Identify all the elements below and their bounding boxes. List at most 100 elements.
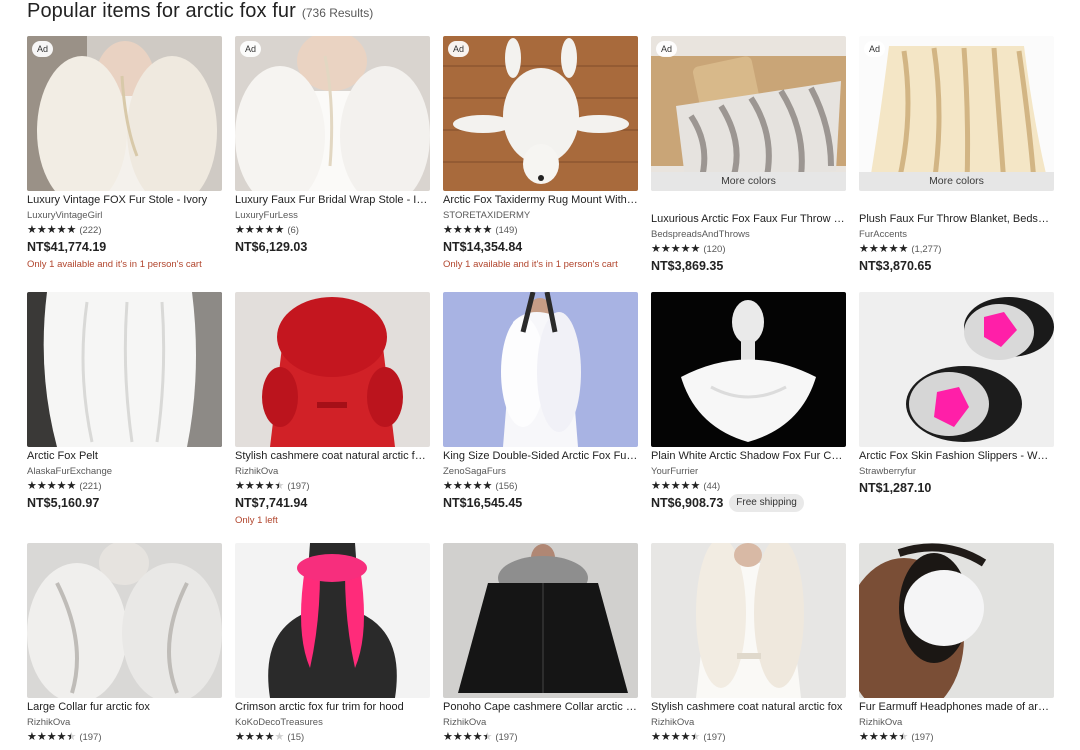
product-image[interactable] (859, 292, 1054, 447)
product-image[interactable] (651, 292, 846, 447)
availability-note: Only 1 available and it's in 1 person's … (443, 259, 618, 270)
star-rating-icon: ★★★★★★★★★★ (27, 731, 77, 743)
product-title[interactable]: Arctic Fox Pelt (27, 449, 222, 463)
shop-name[interactable]: RizhikOva (859, 716, 1054, 729)
shop-name[interactable]: LuxuryFurLess (235, 209, 430, 222)
product-title[interactable]: Crimson arctic fox fur trim for hood (235, 700, 430, 714)
product-image[interactable] (235, 292, 430, 447)
ad-badge: Ad (32, 41, 54, 57)
product-card[interactable]: Ad Luxury Vintage FOX Fur Stole - Ivory Lu… (27, 36, 222, 270)
price-row: NT$41,774.19 (27, 239, 222, 255)
shop-name[interactable]: LuxuryVintageGirl (27, 209, 222, 222)
product-image[interactable] (235, 543, 430, 698)
review-count: (197) (703, 732, 726, 743)
product-title[interactable]: Arctic Fox Skin Fashion Slippers - Women (859, 449, 1054, 463)
star-rating-icon: ★★★★★★★★★★ (235, 224, 285, 236)
fur-collar-photo (27, 543, 222, 698)
product-card[interactable]: Crimson arctic fox fur trim for hood KoKo… (235, 543, 430, 743)
fox-pelt-photo (27, 292, 222, 447)
shop-name[interactable]: RizhikOva (443, 716, 638, 729)
product-card[interactable]: Ad More colors Luxurious Arctic Fox Faux F… (651, 36, 846, 273)
product-card[interactable]: Ad More colors Plush Faux Fur Throw Blanke… (859, 36, 1054, 273)
star-rating-icon: ★★★★★★★★★★ (443, 224, 493, 236)
throw-blanket-photo (859, 36, 1054, 191)
price: NT$5,160.97 (27, 496, 100, 510)
product-card[interactable]: Large Collar fur arctic fox RizhikOva ★★★★… (27, 543, 222, 743)
product-image[interactable]: Ad (443, 36, 638, 191)
price: NT$1,287.10 (859, 481, 932, 495)
product-card[interactable]: Stylish cashmere coat natural arctic fox… (651, 543, 846, 743)
product-title[interactable]: Fur Earmuff Headphones made of arctic fo… (859, 700, 1054, 714)
star-rating-icon: ★★★★★★★★★★ (27, 480, 77, 492)
star-rating-icon: ★★★★★★★★★★ (651, 480, 701, 492)
price-row: NT$6,908.73 Free shipping (651, 494, 846, 512)
price-row: NT$6,129.03 (235, 239, 430, 255)
product-image[interactable]: Ad (27, 36, 222, 191)
product-card[interactable]: Ponoho Cape cashmere Collar arctic fox Ri… (443, 543, 638, 743)
price: NT$3,869.35 (651, 259, 724, 273)
shop-name[interactable]: RizhikOva (651, 716, 846, 729)
rating-row: ★★★★★★★★★★(197) (859, 731, 1054, 744)
price: NT$6,908.73 (651, 496, 724, 510)
review-count: (120) (703, 244, 726, 255)
product-card[interactable]: Ad Arctic Fox Taxidermy Rug Mount With He… (443, 36, 638, 270)
star-rating-icon: ★★★★★★★★★★ (651, 243, 701, 255)
product-image[interactable] (859, 543, 1054, 698)
more-colors-label[interactable]: More colors (651, 172, 846, 191)
review-count: (15) (287, 732, 305, 743)
product-image[interactable] (27, 292, 222, 447)
product-image[interactable] (443, 543, 638, 698)
shop-name[interactable]: YourFurrier (651, 465, 846, 478)
review-count: (197) (495, 732, 518, 743)
product-title[interactable]: Plush Faux Fur Throw Blanket, Bedspread (859, 212, 1054, 226)
product-card[interactable]: Stylish cashmere coat natural arctic fox… (235, 292, 430, 526)
shop-name[interactable]: BedspreadsAndThrows (651, 228, 846, 241)
product-card[interactable]: Fur Earmuff Headphones made of arctic fo… (859, 543, 1054, 743)
product-title[interactable]: Luxury Vintage FOX Fur Stole - Ivory (27, 193, 222, 207)
shop-name[interactable]: RizhikOva (27, 716, 222, 729)
product-title[interactable]: Arctic Fox Taxidermy Rug Mount With Head (443, 193, 638, 207)
shop-name[interactable]: FurAccents (859, 228, 1054, 241)
product-title[interactable]: Luxurious Arctic Fox Faux Fur Throw Blan… (651, 212, 846, 226)
star-rating-icon: ★★★★★★★★★★ (235, 731, 285, 743)
product-card[interactable]: Arctic Fox Skin Fashion Slippers - Women… (859, 292, 1054, 495)
review-count: (221) (79, 481, 102, 492)
product-title[interactable]: Plain White Arctic Shadow Fox Fur Cape (651, 449, 846, 463)
rating-row: ★★★★★★★★★★(197) (651, 731, 846, 744)
rating-row: ★★★★★ ★★★★★ (222) (27, 224, 222, 237)
price-row: NT$3,870.65 (859, 258, 1054, 274)
product-title[interactable]: Stylish cashmere coat natural arctic fox (651, 700, 846, 714)
shop-name[interactable]: AlaskaFurExchange (27, 465, 222, 478)
product-title[interactable]: King Size Double-Sided Arctic Fox Fur St… (443, 449, 638, 463)
product-card[interactable]: Arctic Fox Pelt AlaskaFurExchange ★★★★★ ★★★… (27, 292, 222, 510)
product-image[interactable] (27, 543, 222, 698)
product-card[interactable]: Ad Luxury Faux Fur Bridal Wrap Stole - Iv… (235, 36, 430, 254)
ad-badge: Ad (240, 41, 262, 57)
price: NT$7,741.94 (235, 496, 308, 510)
product-title[interactable]: Stylish cashmere coat natural arctic fox… (235, 449, 430, 463)
fur-cape-photo (651, 292, 846, 447)
product-title[interactable]: Luxury Faux Fur Bridal Wrap Stole - Ivor… (235, 193, 430, 207)
product-image[interactable] (443, 292, 638, 447)
rating-row: ★★★★★ ★★★★★ (120) (651, 243, 846, 256)
more-colors-label[interactable]: More colors (859, 172, 1054, 191)
price: NT$16,545.45 (443, 496, 523, 510)
star-rating-icon: ★★★★★★★★★★ (27, 224, 77, 236)
product-image[interactable]: Ad More colors (651, 36, 846, 191)
product-image[interactable]: Ad (235, 36, 430, 191)
product-image[interactable]: Ad More colors (859, 36, 1054, 191)
product-card[interactable]: King Size Double-Sided Arctic Fox Fur St… (443, 292, 638, 510)
rating-row: ★★★★★★★★★★(197) (235, 480, 430, 493)
product-image[interactable] (651, 543, 846, 698)
product-card[interactable]: Plain White Arctic Shadow Fox Fur Cape Yo… (651, 292, 846, 512)
rating-row: ★★★★★ ★★★★★ (221) (27, 480, 222, 493)
shop-name[interactable]: KoKoDecoTreasures (235, 716, 430, 729)
shop-name[interactable]: ZenoSagaFurs (443, 465, 638, 478)
shop-name[interactable]: Strawberryfur (859, 465, 1054, 478)
shop-name[interactable]: STORETAXIDERMY (443, 209, 638, 222)
product-title[interactable]: Large Collar fur arctic fox (27, 700, 222, 714)
fur-slippers-photo (859, 292, 1054, 447)
results-header: Popular items for arctic fox fur (736 Re… (27, 0, 373, 26)
shop-name[interactable]: RizhikOva (235, 465, 430, 478)
product-title[interactable]: Ponoho Cape cashmere Collar arctic fox (443, 700, 638, 714)
